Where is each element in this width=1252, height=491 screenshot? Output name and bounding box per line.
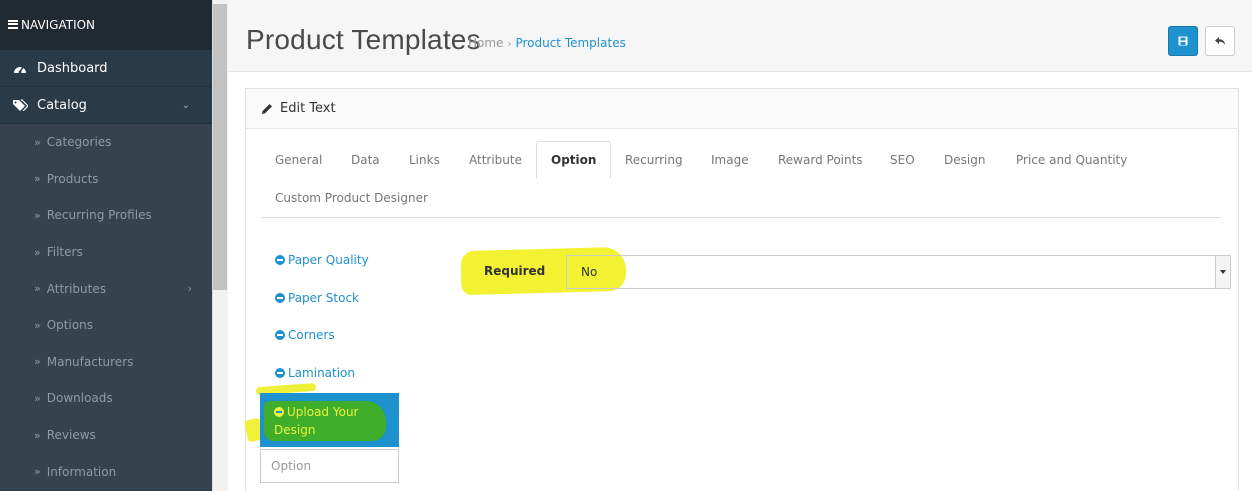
- breadcrumb-home[interactable]: Home: [468, 36, 503, 50]
- tags-icon: [12, 98, 28, 112]
- sidebar-subitem-label: Manufacturers: [46, 354, 134, 369]
- tab-custom-product-designer[interactable]: Custom Product Designer: [261, 179, 442, 217]
- sidebar-item-label: Catalog: [37, 97, 87, 113]
- minus-circle-icon[interactable]: [275, 368, 285, 378]
- sidebar-subitem-label: Options: [46, 318, 94, 333]
- tab-general[interactable]: General: [261, 141, 336, 179]
- menu-icon: [8, 19, 18, 29]
- minus-circle-icon[interactable]: [275, 293, 285, 303]
- sidebar-scrollbar-thumb[interactable]: [213, 4, 227, 290]
- sidebar-item-label: Dashboard: [37, 60, 108, 76]
- option-link-label: Lamination: [288, 366, 356, 380]
- double-chevron-right-icon: »: [34, 245, 41, 259]
- sidebar-subitem-label: Reviews: [46, 428, 96, 443]
- sidebar-subitem-manufacturers[interactable]: » Manufacturers: [0, 343, 212, 381]
- option-link-upload-your-design[interactable]: Upload Your Design: [260, 393, 399, 447]
- option-link-lamination[interactable]: Lamination: [275, 366, 355, 380]
- double-chevron-right-icon: »: [34, 135, 41, 149]
- tab-reward-points[interactable]: Reward Points: [764, 141, 877, 179]
- dashboard-icon: [12, 61, 28, 75]
- tab-seo[interactable]: SEO: [876, 141, 929, 179]
- tab-image[interactable]: Image: [697, 141, 763, 179]
- page-header: Product Templates Home › Product Templates: [228, 0, 1252, 72]
- option-link-label: Paper Stock: [288, 291, 360, 305]
- sidebar-subitem-attributes[interactable]: » Attributes ›: [0, 270, 212, 307]
- sidebar-subitem-label: Recurring Profiles: [46, 208, 152, 223]
- sidebar-subitem-information[interactable]: » Information: [0, 453, 212, 490]
- sidebar-subitem-label: Information: [46, 464, 117, 479]
- caret-down-icon[interactable]: [1215, 256, 1230, 288]
- tab-recurring[interactable]: Recurring: [611, 141, 697, 179]
- sidebar-subitem-downloads[interactable]: » Downloads: [0, 380, 212, 417]
- panel-title: Edit Text: [280, 101, 336, 116]
- reply-icon: [1215, 37, 1225, 45]
- option-label-line1: Upload Your: [287, 405, 359, 419]
- sidebar-subitem-filters[interactable]: » Filters: [0, 233, 212, 271]
- navigation-header-label: NAVIGATION: [21, 18, 96, 32]
- tab-price-and-quantity[interactable]: Price and Quantity: [1002, 141, 1141, 179]
- required-label: Required: [484, 264, 546, 278]
- required-select[interactable]: No: [566, 255, 1231, 289]
- tab-option[interactable]: Option: [536, 141, 612, 179]
- breadcrumb-current[interactable]: Product Templates: [515, 36, 625, 50]
- required-select-value: No: [581, 265, 598, 279]
- pencil-icon: [261, 103, 273, 115]
- tab-attribute[interactable]: Attribute: [455, 141, 536, 179]
- main-content: Product Templates Home › Product Templates…: [228, 0, 1252, 491]
- option-link-label: Corners: [288, 328, 335, 342]
- chevron-down-icon: ⌄: [181, 99, 190, 111]
- minus-circle-icon[interactable]: [275, 330, 285, 340]
- navigation-header[interactable]: NAVIGATION: [0, 0, 212, 50]
- double-chevron-right-icon: »: [34, 355, 41, 369]
- sidebar: NAVIGATION Dashboard Catalog ⌄ » Categori…: [0, 0, 212, 491]
- minus-circle-icon[interactable]: [274, 407, 284, 417]
- minus-circle-icon[interactable]: [275, 255, 285, 265]
- edit-panel: Edit Text General Data Links Attribute O…: [243, 88, 1239, 491]
- sidebar-subitem-reviews[interactable]: » Reviews: [0, 416, 212, 454]
- sidebar-item-dashboard[interactable]: Dashboard: [0, 50, 212, 87]
- tab-data[interactable]: Data: [337, 141, 394, 179]
- sidebar-subitem-label: Filters: [46, 245, 83, 260]
- double-chevron-right-icon: »: [34, 208, 41, 222]
- sidebar-subitem-options[interactable]: » Options: [0, 306, 212, 344]
- option-link-paper-stock[interactable]: Paper Stock: [275, 291, 359, 305]
- sidebar-subitem-categories[interactable]: » Categories: [0, 124, 212, 161]
- sidebar-subitem-products[interactable]: » Products: [0, 160, 212, 198]
- double-chevron-right-icon: »: [34, 465, 41, 479]
- sidebar-subitem-recurring-profiles[interactable]: » Recurring Profiles: [0, 197, 212, 234]
- back-button[interactable]: [1205, 26, 1235, 56]
- sidebar-subitem-label: Categories: [46, 135, 112, 150]
- double-chevron-right-icon: »: [34, 172, 41, 186]
- option-autocomplete-input[interactable]: Option: [260, 449, 399, 483]
- sidebar-item-catalog[interactable]: Catalog ⌄: [0, 87, 212, 124]
- save-icon: [1178, 36, 1188, 46]
- panel-heading: Edit Text: [246, 89, 1238, 129]
- option-link-label: Upload Your Design: [274, 403, 358, 439]
- double-chevron-right-icon: »: [34, 428, 41, 442]
- save-button[interactable]: [1168, 26, 1198, 56]
- tab-design[interactable]: Design: [930, 141, 999, 179]
- sidebar-subitem-label: Attributes: [46, 281, 106, 296]
- option-link-label: Paper Quality: [288, 253, 369, 267]
- breadcrumb: Home › Product Templates: [468, 36, 626, 50]
- double-chevron-right-icon: »: [34, 318, 41, 332]
- tab-bar: General Data Links Attribute Option Recu…: [261, 141, 1221, 218]
- option-link-paper-quality[interactable]: Paper Quality: [275, 253, 369, 267]
- chevron-right-icon: ›: [187, 282, 192, 296]
- page-title: Product Templates: [246, 24, 481, 55]
- double-chevron-right-icon: »: [34, 391, 41, 405]
- breadcrumb-separator-icon: ›: [507, 39, 512, 50]
- double-chevron-right-icon: »: [34, 282, 41, 296]
- option-label-line2: Design: [274, 423, 316, 437]
- sidebar-subitem-label: Products: [46, 171, 99, 186]
- sidebar-subitem-label: Downloads: [46, 391, 113, 406]
- tab-links[interactable]: Links: [395, 141, 454, 179]
- option-link-corners[interactable]: Corners: [275, 328, 335, 342]
